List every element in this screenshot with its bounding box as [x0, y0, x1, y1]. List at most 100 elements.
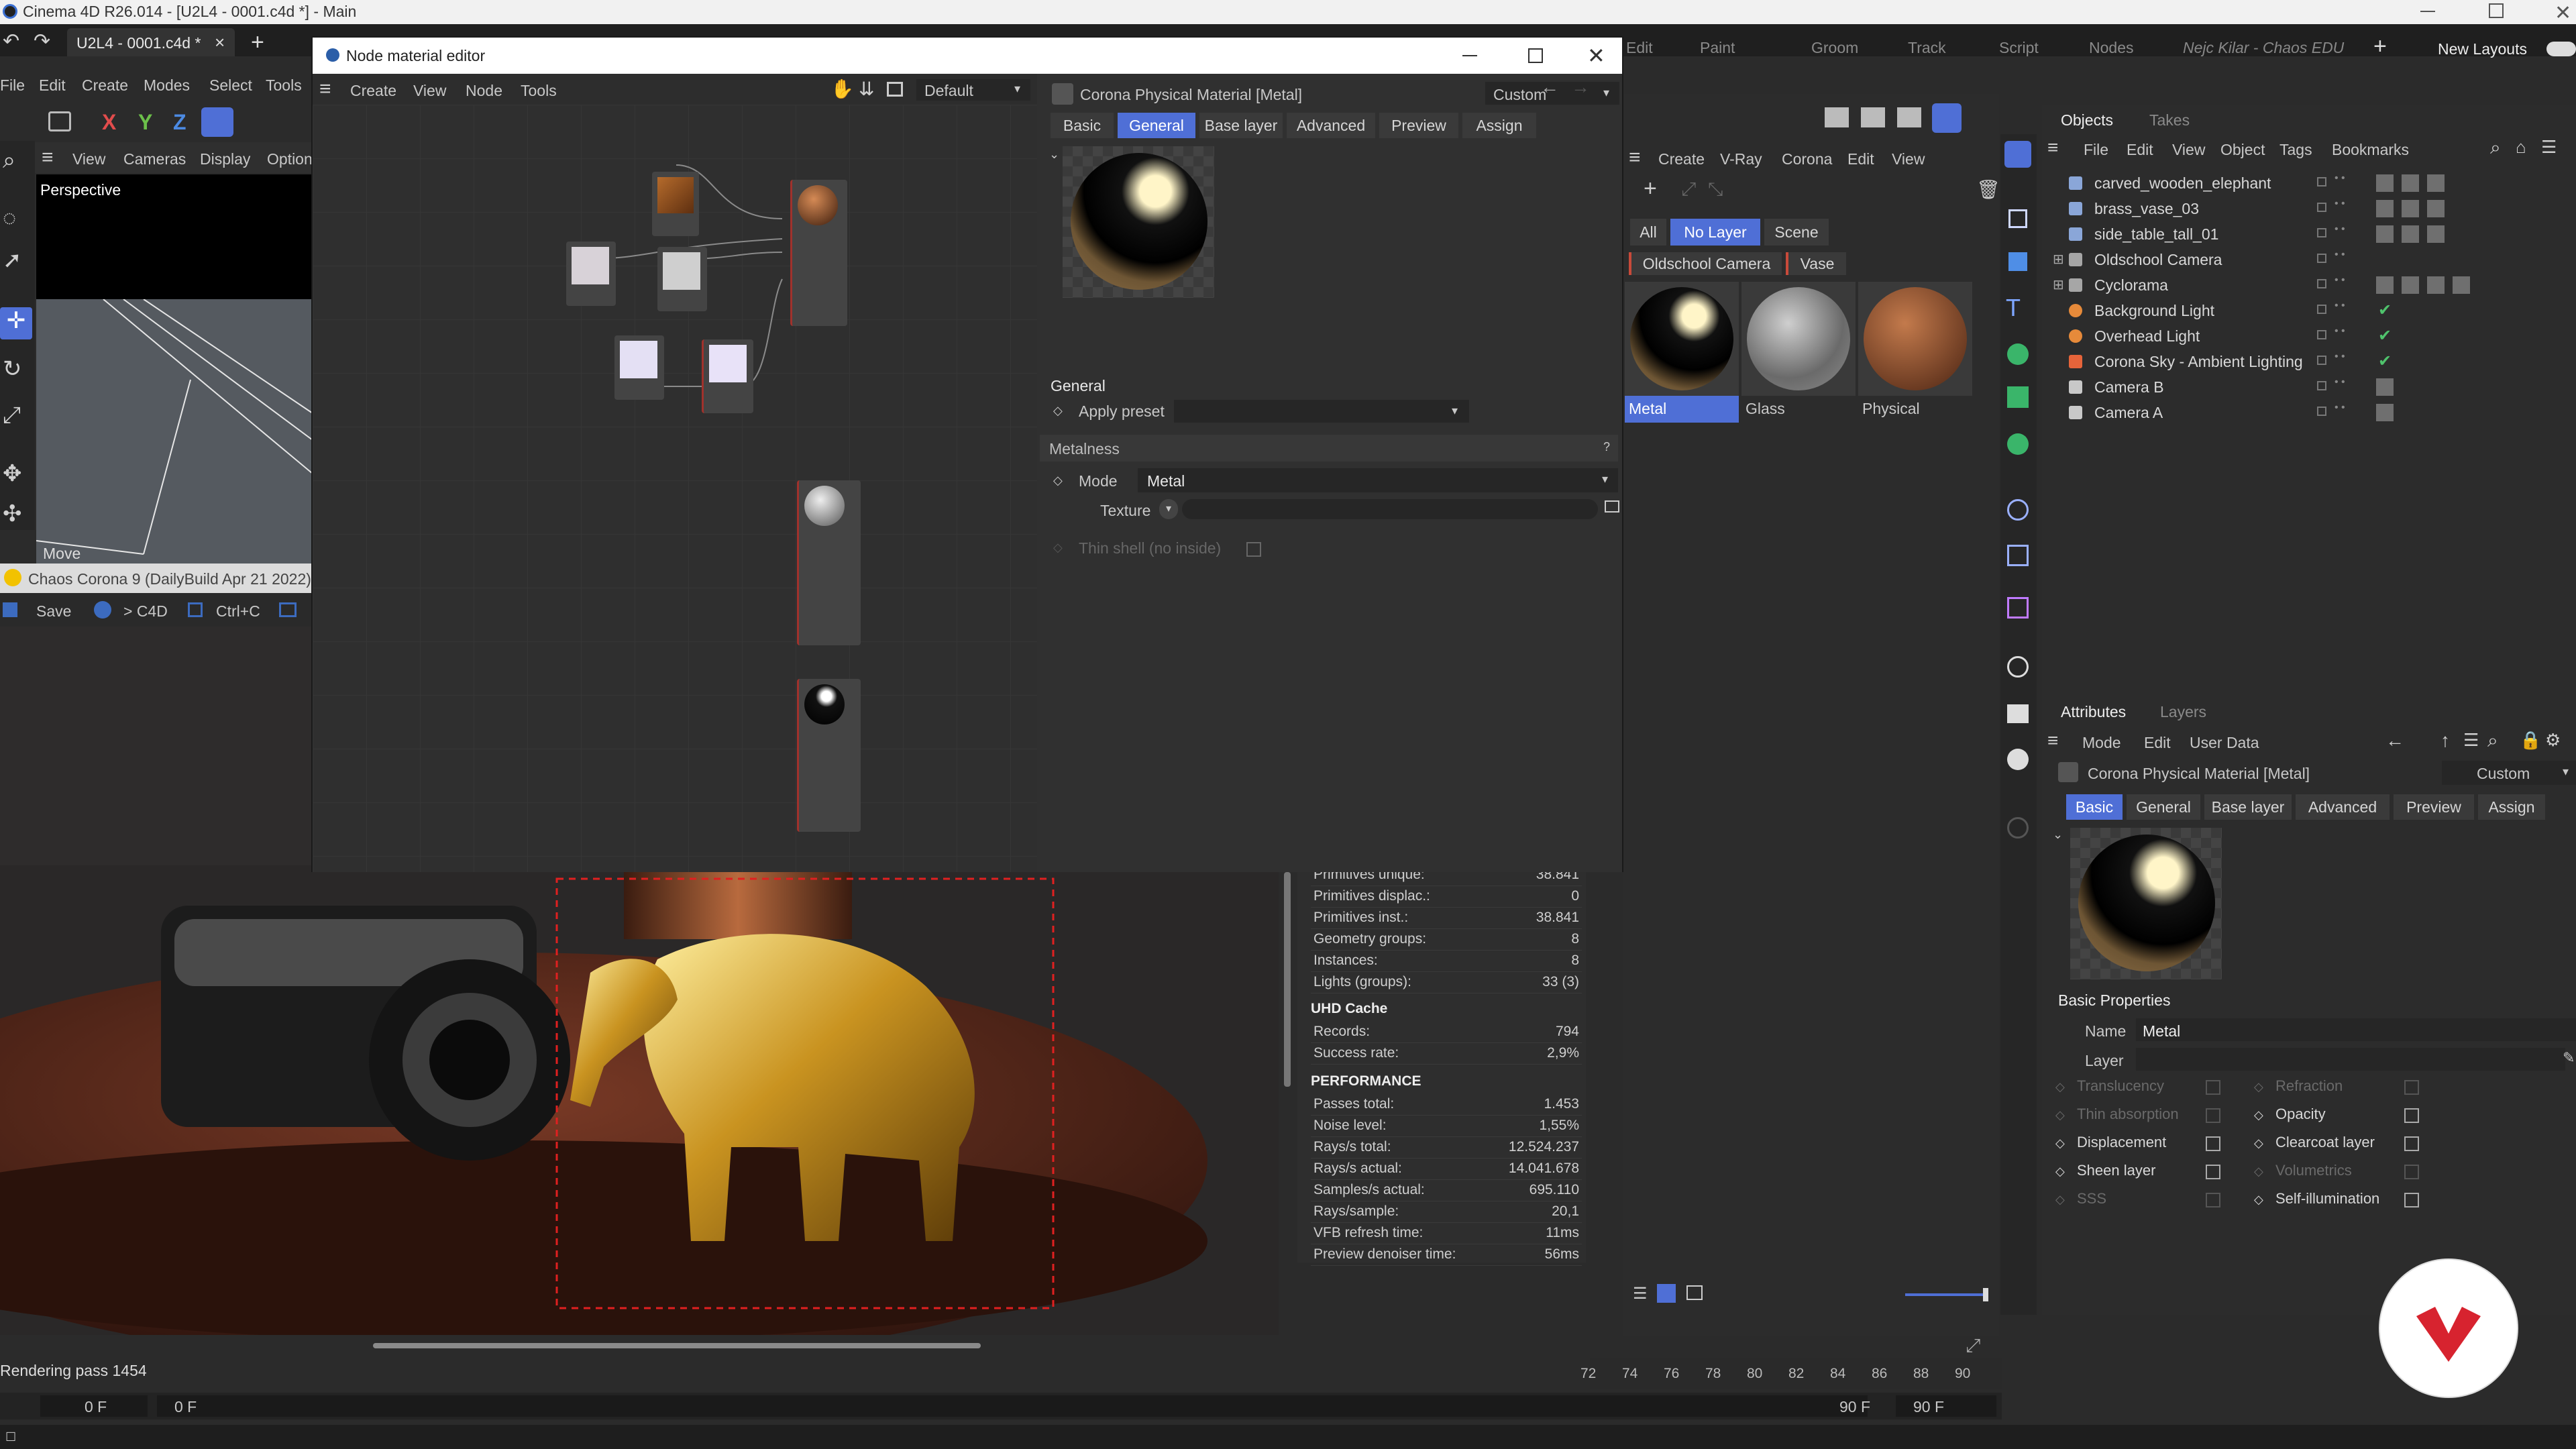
model-mode-icon[interactable]	[48, 111, 71, 131]
material-tag-icon[interactable]	[2427, 276, 2445, 294]
keyframe-diamond-icon[interactable]: ◇	[1053, 404, 1063, 418]
visibility-dots-icon[interactable]: • •	[2334, 402, 2345, 413]
render-camera-icon[interactable]	[2007, 704, 2029, 723]
visibility-edit-icon[interactable]	[2317, 228, 2326, 237]
node-menu-tools[interactable]: Tools	[521, 82, 557, 100]
expand-icon[interactable]: ⊞	[2053, 251, 2064, 268]
attributes-tab-general[interactable]: General	[2127, 794, 2200, 820]
attributes-menu-mode[interactable]: Mode	[2082, 734, 2121, 752]
keyframe-diamond-icon[interactable]: ◇	[2055, 1165, 2065, 1179]
object-row[interactable]: Overhead Light • • ✔	[2042, 323, 2576, 349]
field-icon[interactable]	[2007, 545, 2029, 566]
feature-checkbox[interactable]	[2404, 1193, 2419, 1208]
pin-icon[interactable]: ⇊	[859, 78, 874, 100]
keyframe-diamond-icon[interactable]: ◇	[1053, 541, 1063, 555]
material-tag-icon[interactable]	[2402, 276, 2419, 294]
select-arrow-icon[interactable]: ➚	[3, 247, 22, 274]
attributes-menu-icon[interactable]: ≡	[2047, 730, 2058, 751]
material-tag-icon[interactable]	[2402, 225, 2419, 243]
top-menu-edit[interactable]: Edit	[1626, 39, 1653, 57]
material-swatch-metal[interactable]: Metal	[1625, 282, 1739, 423]
objects-menu-object[interactable]: Object	[2220, 141, 2265, 159]
visibility-dots-icon[interactable]: • •	[2334, 352, 2345, 362]
top-menu-script[interactable]: Script	[1999, 39, 2039, 57]
top-menu-track[interactable]: Track	[1908, 39, 1946, 57]
feature-checkbox[interactable]	[2206, 1136, 2220, 1151]
menu-select[interactable]: Select	[209, 76, 252, 95]
object-row[interactable]: ⊞ Oldschool Camera • •	[2042, 247, 2576, 272]
object-row[interactable]: ⊞ Cyclorama • •	[2042, 272, 2576, 298]
clapboard-icon[interactable]	[1825, 107, 1849, 127]
material-menu-icon[interactable]: ≡	[1629, 146, 1641, 169]
node-tab-assign[interactable]: Assign	[1462, 113, 1536, 138]
node-color-correct[interactable]	[657, 247, 707, 311]
node-tab-basic[interactable]: Basic	[1051, 113, 1114, 138]
redo-icon[interactable]: ↷	[34, 30, 50, 53]
object-row[interactable]: carved_wooden_elephant • •	[2042, 170, 2576, 196]
material-filter-scene[interactable]: Scene	[1764, 219, 1829, 246]
tab-attributes[interactable]: Attributes	[2061, 703, 2126, 721]
layer-edit-icon[interactable]: ✎	[2563, 1049, 2575, 1067]
expand-icon[interactable]: ⤢	[1966, 1335, 1980, 1357]
node-bitmap-a[interactable]	[566, 241, 616, 306]
forward-arrow-icon[interactable]: →	[1571, 76, 1590, 98]
objects-menu-file[interactable]: File	[2084, 141, 2108, 159]
minimize-window-button[interactable]	[2420, 11, 2435, 12]
close-window-button[interactable]: ✕	[2555, 1, 2571, 25]
feature-checkbox[interactable]	[2404, 1080, 2419, 1095]
visibility-edit-icon[interactable]	[2317, 407, 2326, 416]
node-bitmap-b[interactable]	[614, 335, 664, 400]
large-view-icon[interactable]	[1686, 1285, 1703, 1300]
top-menu-paint[interactable]: Paint	[1700, 39, 1735, 57]
material-filter-all[interactable]: All	[1630, 219, 1666, 246]
scene-icon[interactable]	[2007, 656, 2029, 678]
maximize-window-button[interactable]	[2489, 3, 2504, 18]
objects-menu-bookmarks[interactable]: Bookmarks	[2332, 141, 2409, 159]
deformer-icon[interactable]	[2007, 433, 2029, 455]
mograph-icon[interactable]	[2007, 386, 2029, 408]
folder-icon[interactable]	[1605, 500, 1619, 513]
coordinate-system-icon[interactable]	[201, 107, 233, 137]
feature-checkbox[interactable]	[2206, 1108, 2220, 1123]
material-tag-icon[interactable]	[2376, 225, 2394, 243]
node-editor-maximize-button[interactable]	[1528, 48, 1543, 63]
node-menu-node[interactable]: Node	[466, 82, 502, 100]
thin-shell-checkbox[interactable]	[1246, 542, 1261, 557]
node-tab-preview[interactable]: Preview	[1379, 113, 1458, 138]
texture-field[interactable]	[1182, 499, 1598, 519]
tab-layers[interactable]: Layers	[2160, 703, 2206, 721]
layout-panel-icon[interactable]	[887, 82, 903, 97]
keyframe-diamond-icon[interactable]: ◇	[2055, 1108, 2065, 1122]
viewport-menu-view[interactable]: View	[72, 150, 105, 168]
visibility-edit-icon[interactable]	[2317, 305, 2326, 314]
visibility-edit-icon[interactable]	[2317, 254, 2326, 263]
cube-outline-icon[interactable]	[2008, 209, 2027, 228]
objects-menu-edit[interactable]: Edit	[2127, 141, 2153, 159]
material-swatch-physical[interactable]: Physical	[1858, 282, 1972, 423]
node-editor-menu-icon[interactable]: ≡	[319, 78, 331, 101]
keyframe-diamond-icon[interactable]: ◇	[2254, 1136, 2263, 1150]
new-tab-icon[interactable]: +	[251, 30, 264, 56]
objects-menu-view[interactable]: View	[2172, 141, 2205, 159]
scale-tool-icon[interactable]: ⤢	[3, 402, 21, 429]
material-menu-edit[interactable]: Edit	[1847, 150, 1874, 168]
material-tag-icon[interactable]	[2376, 378, 2394, 396]
attributes-tab-preview[interactable]: Preview	[2394, 794, 2474, 820]
attributes-preset-select[interactable]: Custom ▾	[2442, 761, 2576, 785]
viewport-canvas[interactable]: Perspective Move	[36, 174, 313, 564]
spline-tool-icon[interactable]	[2007, 499, 2029, 521]
keyframe-diamond-icon[interactable]: ◇	[1053, 474, 1063, 488]
menu-edit[interactable]: Edit	[39, 76, 66, 95]
check-tag-icon[interactable]: ✔	[2376, 302, 2394, 319]
copy-shortcut-button[interactable]: Ctrl+C	[216, 602, 260, 621]
visibility-edit-icon[interactable]	[2317, 203, 2326, 212]
light-icon[interactable]	[2007, 749, 2029, 770]
delete-material-icon[interactable]: 🗑	[1976, 178, 2000, 201]
search-icon[interactable]: ⌕	[3, 148, 15, 174]
tab-takes[interactable]: Takes	[2149, 111, 2190, 129]
texture-dropdown-button[interactable]: ▾	[1159, 499, 1178, 519]
objects-menu-icon[interactable]: ≡	[2047, 137, 2058, 158]
visibility-dots-icon[interactable]: • •	[2334, 199, 2345, 209]
keyframe-diamond-icon[interactable]: ◇	[2254, 1165, 2263, 1179]
back-arrow-icon[interactable]: ←	[2385, 730, 2404, 751]
